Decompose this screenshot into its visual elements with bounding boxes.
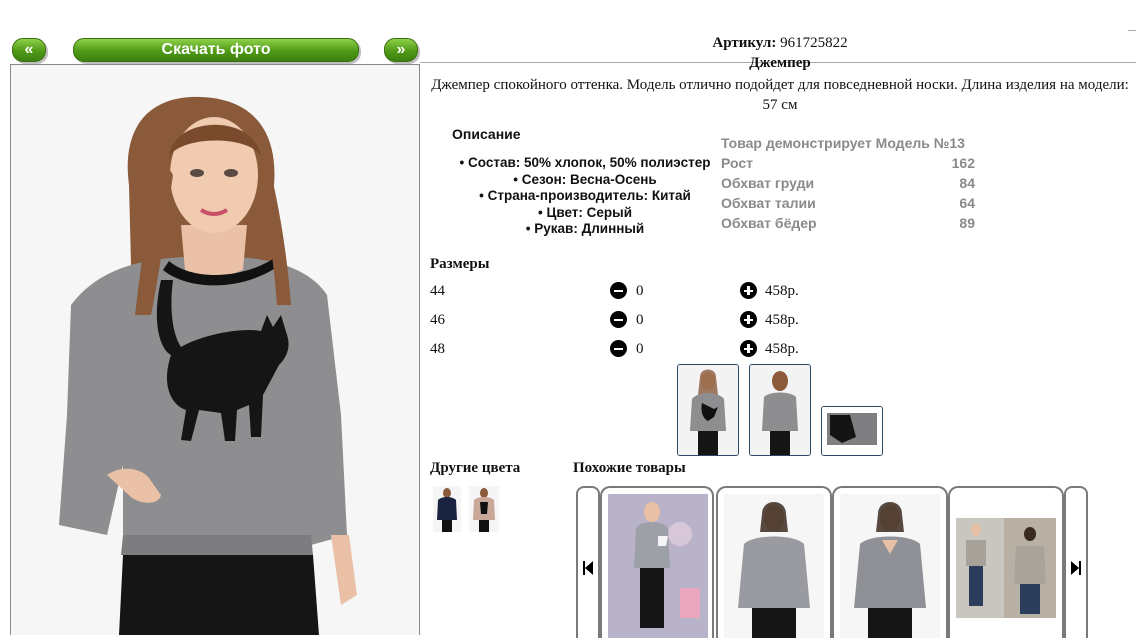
color-variant-beige[interactable] [469, 486, 499, 532]
plus-icon[interactable] [740, 340, 757, 357]
similar-product-image [608, 494, 708, 638]
main-product-photo[interactable] [10, 64, 420, 635]
plus-icon[interactable] [740, 282, 757, 299]
model-row: Обхват груди 84 [721, 175, 975, 191]
similar-product-card[interactable] [716, 486, 832, 638]
model-heading: Товар демонстрирует Модель №13 [721, 135, 965, 151]
price-value: 458р. [765, 312, 799, 328]
minus-icon[interactable] [610, 311, 627, 328]
thumbnail-image [750, 365, 810, 455]
product-name: Джемпер [749, 55, 811, 71]
specs-heading: Описание [452, 126, 521, 142]
divider [1128, 30, 1136, 31]
model-row: Обхват талии 64 [721, 195, 975, 211]
size-value: 48 [430, 341, 445, 357]
price-value: 458р. [765, 341, 799, 357]
prev-photo-button[interactable]: « [12, 38, 46, 62]
product-description: Джемпер спокойного оттенка. Модель отлич… [431, 77, 1129, 113]
sizes-heading: Размеры [430, 256, 490, 272]
quantity-value: 0 [636, 312, 644, 328]
carousel-next-button[interactable] [1064, 486, 1088, 638]
skip-back-icon [583, 561, 593, 575]
thumbnail-image [822, 407, 882, 455]
similar-product-image [840, 494, 940, 638]
skip-forward-icon [1071, 561, 1081, 575]
spec-item: • Состав: 50% хлопок, 50% полиэстер [459, 155, 711, 170]
size-row: 44 0 458р. [430, 281, 850, 301]
price-value: 458р. [765, 283, 799, 299]
photo-thumbnail-front[interactable] [677, 364, 739, 456]
size-value: 44 [430, 283, 445, 299]
plus-icon[interactable] [740, 311, 757, 328]
model-row: Рост 162 [721, 155, 975, 171]
other-colors-heading: Другие цвета [430, 460, 521, 476]
model-row: Обхват бёдер 89 [721, 215, 975, 231]
thumbnail-image [433, 486, 461, 532]
size-row: 48 0 458р. [430, 339, 850, 359]
similar-product-image [724, 494, 824, 638]
photo-thumbnail-back[interactable] [749, 364, 811, 456]
spec-item: • Сезон: Весна-Осень [513, 171, 657, 187]
model-measurements: Товар демонстрирует Модель №13 Рост 162 О… [721, 133, 975, 233]
minus-icon[interactable] [610, 340, 627, 357]
product-photo-illustration [11, 65, 419, 635]
spec-item: • Страна-производитель: Китай [479, 188, 691, 203]
article-label: Артикул: [712, 35, 777, 51]
spec-item: • Рукав: Длинный [525, 221, 645, 236]
carousel-prev-button[interactable] [576, 486, 600, 638]
spec-item: • Цвет: Серый [538, 204, 632, 220]
similar-product-card[interactable] [948, 486, 1064, 638]
specs-list: • Состав: 50% хлопок, 50% полиэстер • Се… [440, 155, 730, 238]
photo-thumbnail-detail[interactable] [821, 406, 883, 456]
article-value: 961725822 [780, 35, 848, 51]
thumbnail-image [469, 486, 499, 532]
download-photo-button[interactable]: Скачать фото [73, 38, 359, 62]
article-line: Артикул: 961725822 [430, 35, 1130, 52]
thumbnail-image [678, 365, 738, 455]
quantity-value: 0 [636, 341, 644, 357]
color-variant-navy[interactable] [433, 486, 461, 532]
minus-icon[interactable] [610, 282, 627, 299]
similar-product-image [956, 518, 1056, 618]
similar-product-card[interactable] [832, 486, 948, 638]
next-photo-button[interactable]: » [384, 38, 418, 62]
size-value: 46 [430, 312, 445, 328]
quantity-value: 0 [636, 283, 644, 299]
similar-heading: Похожие товары [573, 460, 686, 476]
similar-product-card[interactable] [600, 486, 714, 638]
size-row: 46 0 458р. [430, 310, 850, 330]
